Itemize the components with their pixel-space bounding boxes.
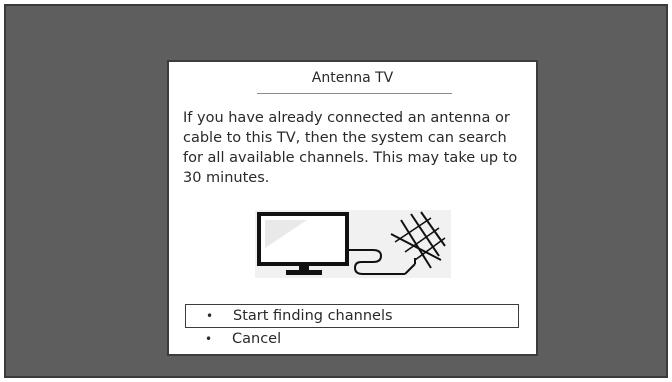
bullet-icon: • [206, 309, 214, 323]
antenna-tv-dialog: Antenna TV If you have already connected… [167, 60, 538, 356]
antenna-illustration [255, 210, 451, 278]
dialog-message: If you have already connected an antenna… [183, 110, 518, 186]
option-cancel[interactable]: • Cancel [185, 328, 519, 352]
title-divider [257, 93, 452, 94]
tv-icon [257, 212, 349, 275]
option-label: Start finding channels [233, 308, 393, 324]
option-label: Cancel [232, 331, 282, 347]
bullet-icon: • [205, 332, 213, 346]
option-start-finding-channels[interactable]: • Start finding channels [185, 304, 519, 328]
dialog-title: Antenna TV [311, 70, 394, 86]
screen: Antenna TV If you have already connected… [0, 0, 672, 382]
